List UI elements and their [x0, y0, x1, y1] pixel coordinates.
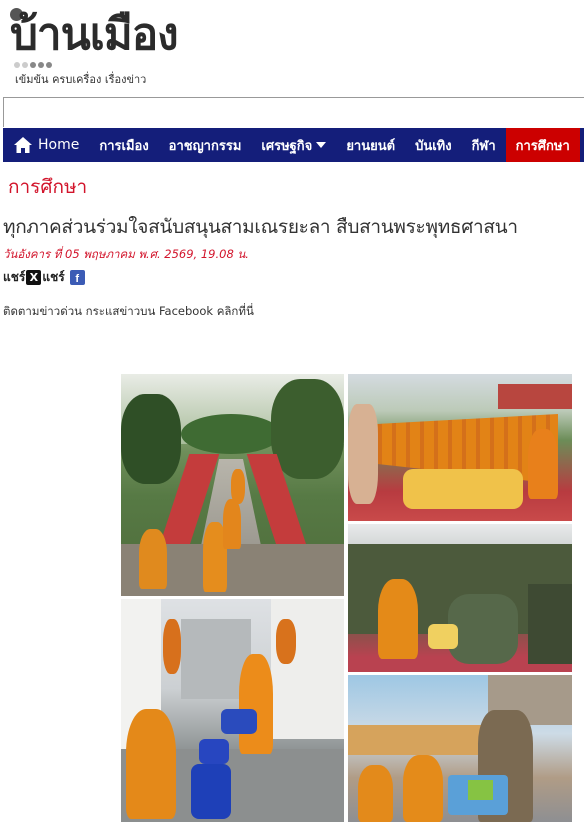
- nav-home-label: Home: [38, 137, 80, 153]
- home-icon: [14, 137, 32, 153]
- nav-item-crime[interactable]: อาชญากรรม: [159, 128, 252, 162]
- nav-home[interactable]: Home: [3, 128, 90, 162]
- share-label: แชร์: [3, 270, 26, 284]
- nav-item-entertainment[interactable]: บันเทิง: [405, 128, 462, 162]
- ad-banner-placeholder: [3, 97, 584, 127]
- main-navbar: Home การเมือง อาชญากรรม เศรษฐกิจ ยานยนต์…: [3, 128, 584, 162]
- chevron-down-icon: [316, 142, 327, 148]
- share-label-2: แชร์: [42, 270, 65, 284]
- photo-novices-cleaning: [121, 599, 344, 822]
- facebook-follow-link[interactable]: ติดตามข่าวด่วน กระแสข่าวบน Facebook คลิก…: [3, 303, 254, 321]
- site-logo[interactable]: บ้านเมือง เข้มข้น ครบเครื่อง เรื่องข่าว: [8, 6, 258, 86]
- nav-item-politics[interactable]: การเมือง: [89, 128, 158, 162]
- article-headline: ทุกภาคส่วนร่วมใจสนับสนุนสามเณรยะลา สืบสา…: [3, 216, 518, 238]
- nav-item-education[interactable]: การศึกษา: [505, 128, 580, 162]
- nav-item-economy[interactable]: เศรษฐกิจ: [251, 128, 336, 162]
- photo-novices-on-bridge: [121, 374, 344, 596]
- photo-alms-line: [348, 374, 572, 521]
- x-icon[interactable]: X: [26, 270, 42, 285]
- category-title[interactable]: การศึกษา: [8, 172, 87, 202]
- nav-item-automotive[interactable]: ยานยนต์: [336, 128, 405, 162]
- nav-item-sports[interactable]: กีฬา: [462, 128, 506, 162]
- logo-tagline: เข้มข้น ครบเครื่อง เรื่องข่าว: [15, 73, 147, 86]
- photo-officer-giving: [348, 675, 572, 822]
- facebook-icon[interactable]: f: [69, 270, 85, 285]
- logo-dots: [14, 62, 52, 68]
- article-photo-collage[interactable]: [121, 374, 572, 822]
- logo-text: บ้านเมือง: [10, 9, 179, 60]
- nav-item-economy-label: เศรษฐกิจ: [261, 138, 313, 154]
- photo-soldiers-offering: [348, 524, 572, 672]
- article-date: วันอังคาร ที่ 05 พฤษภาคม พ.ศ. 2569, 19.0…: [3, 247, 249, 261]
- share-row: แชร์ X แชร์ f: [3, 268, 85, 287]
